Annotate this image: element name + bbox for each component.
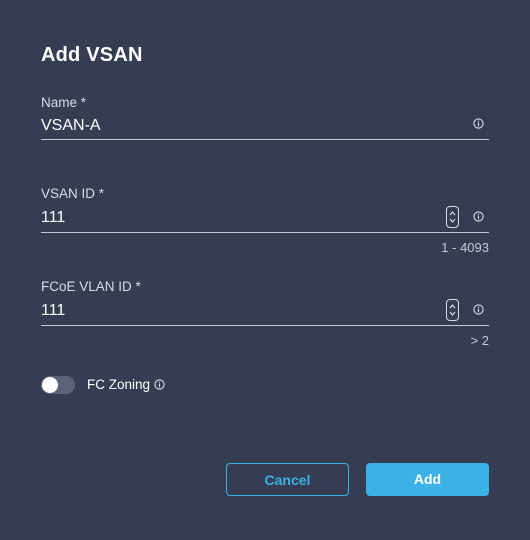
fcoe-vlan-id-info-icon[interactable]	[473, 304, 484, 315]
toggle-knob	[42, 377, 58, 393]
vsan-id-label: VSAN ID *	[41, 186, 105, 201]
vsan-id-info-icon[interactable]	[473, 211, 484, 222]
vsan-id-stepper[interactable]	[446, 206, 459, 228]
name-info-icon[interactable]	[473, 118, 484, 129]
fc-zoning-label: FC Zoning	[87, 377, 151, 392]
fc-zoning-toggle[interactable]	[41, 376, 75, 394]
name-field-underline	[41, 139, 489, 140]
fcoe-vlan-id-label: FCoE VLAN ID *	[41, 279, 141, 294]
vsan-id-range-hint: 1 - 4093	[441, 240, 489, 255]
add-button[interactable]: Add	[366, 463, 489, 496]
dialog-title: Add VSAN	[41, 44, 143, 66]
cancel-button[interactable]: Cancel	[226, 463, 349, 496]
name-field[interactable]: VSAN-A	[41, 117, 101, 135]
fcoe-vlan-id-stepper[interactable]	[446, 299, 459, 321]
fc-zoning-info-icon[interactable]	[154, 379, 165, 390]
fcoe-vlan-id-field[interactable]: 111	[41, 302, 65, 320]
add-vsan-dialog: Add VSAN Name * VSAN-A VSAN ID * 111 1 -…	[0, 0, 530, 540]
fcoe-vlan-id-underline	[41, 325, 489, 326]
vsan-id-field[interactable]: 111	[41, 209, 65, 227]
name-field-label: Name *	[41, 95, 87, 110]
fcoe-vlan-id-range-hint: > 2	[470, 333, 489, 348]
vsan-id-underline	[41, 232, 489, 233]
